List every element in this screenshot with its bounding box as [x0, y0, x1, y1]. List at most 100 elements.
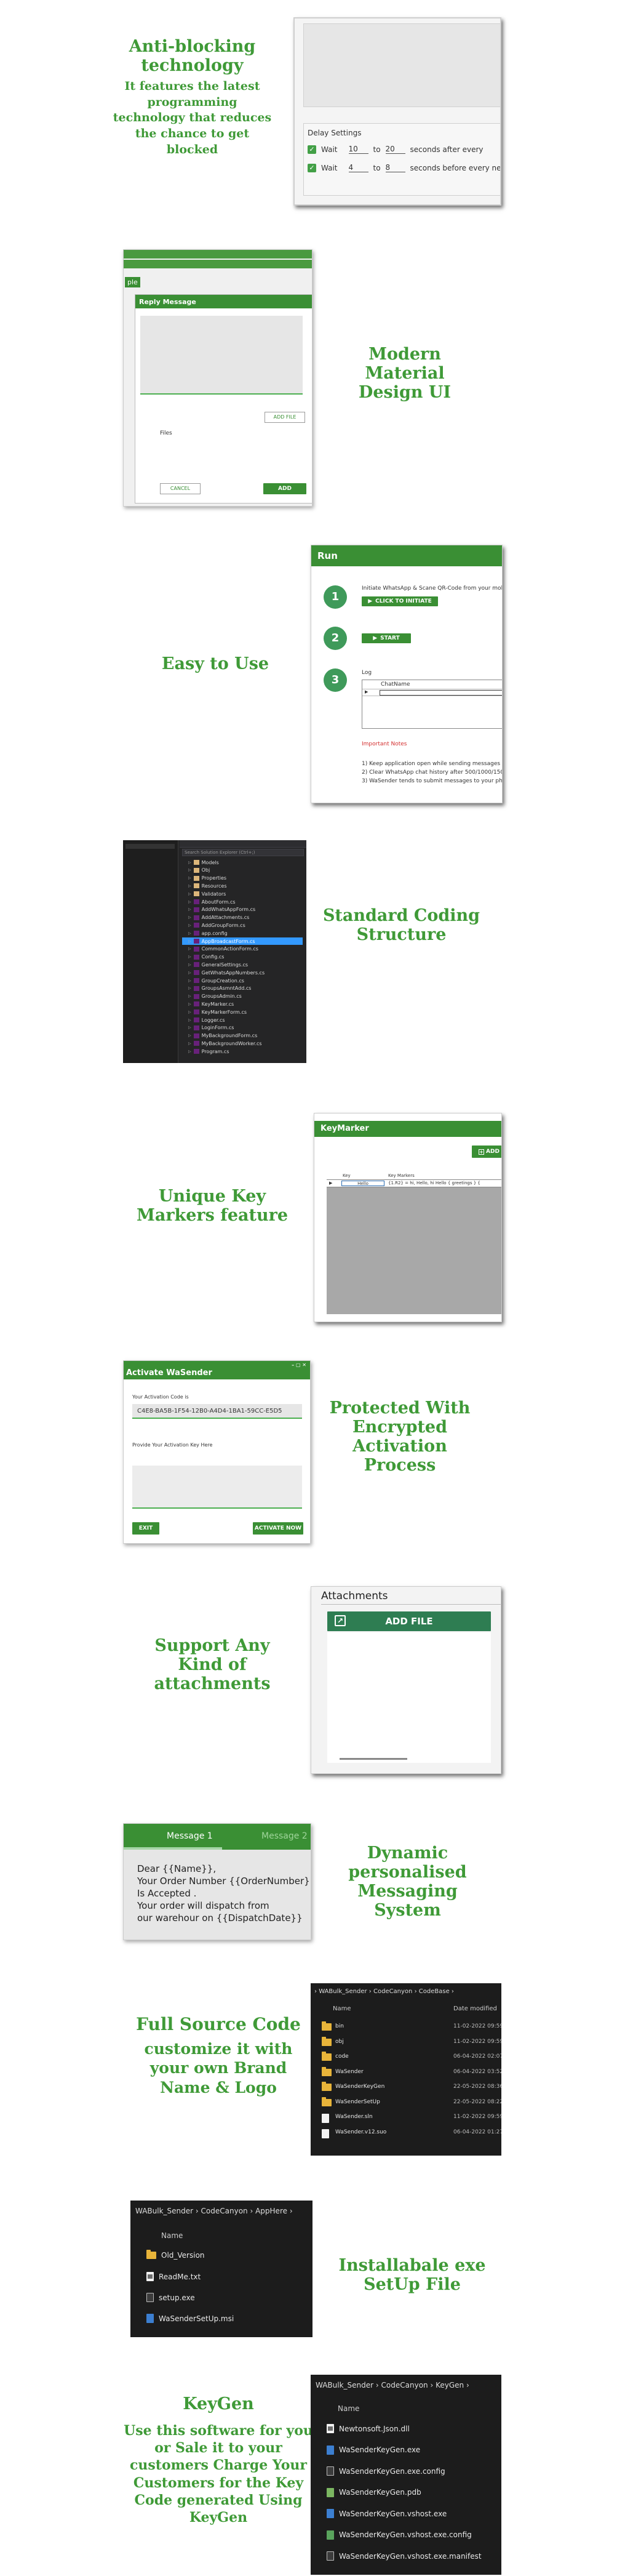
source-file-row[interactable]: WaSenderKeyGen 22-05-2022 08:36 — [322, 2082, 501, 2093]
keygen-file-row[interactable]: WaSenderKeyGen.exe — [327, 2445, 420, 2455]
source-col-date[interactable]: Date modified — [453, 2005, 497, 2012]
source-col-name[interactable]: Name — [333, 2005, 351, 2012]
expand-arrow-icon[interactable]: ▷ — [188, 923, 191, 928]
solution-tree-item[interactable]: ▷ Config.cs — [182, 953, 303, 961]
solution-tree-item[interactable]: ▷ MyBackgroundWorker.cs — [182, 1040, 303, 1047]
keygen-file-row[interactable]: WaSenderKeyGen.vshost.exe.manifest — [327, 2551, 482, 2561]
solution-tree-item[interactable]: ▷ Properties — [182, 875, 303, 882]
reply-textarea[interactable] — [140, 316, 303, 395]
key-markers-cell[interactable]: {1.R2} = hi, Hello, hi Hello { greetings… — [388, 1181, 480, 1186]
setup-file-row[interactable]: WaSenderSetUp.msi — [146, 2314, 234, 2323]
expand-arrow-icon[interactable]: ▷ — [188, 955, 191, 959]
expand-arrow-icon[interactable]: ▷ — [188, 900, 191, 904]
keygen-file-row[interactable]: WaSenderKeyGen.exe.config — [327, 2466, 445, 2476]
solution-tree-item[interactable]: ▷ GroupsAsmntAdd.cs — [182, 985, 303, 992]
expand-arrow-icon[interactable]: ▷ — [188, 986, 191, 990]
breadcrumb-part[interactable]: CodeBase — [419, 1988, 450, 1995]
expand-arrow-icon[interactable]: ▷ — [188, 876, 191, 880]
solution-tree-item[interactable]: ▷ MyBackgroundForm.cs — [182, 1032, 303, 1040]
solution-tree-item[interactable]: ▷ AppBroadcastForm.cs — [182, 937, 303, 945]
solution-tree-item[interactable]: ▷ Resources — [182, 882, 303, 889]
expand-arrow-icon[interactable]: ▷ — [188, 939, 191, 944]
expand-arrow-icon[interactable]: ▷ — [188, 884, 191, 888]
click-to-initiate-button[interactable]: ▶ CLICK TO INITIATE — [362, 596, 438, 606]
breadcrumb-part[interactable]: WABulk_Sender — [319, 1988, 367, 1995]
expand-arrow-icon[interactable]: ▷ — [188, 963, 191, 967]
breadcrumb-part[interactable]: KeyGen — [436, 2381, 464, 2389]
delay-row-1-from-input[interactable]: 10 — [348, 145, 368, 154]
keygen-file-row[interactable]: WaSenderKeyGen.vshost.exe — [327, 2509, 447, 2518]
expand-arrow-icon[interactable]: ▷ — [188, 1010, 191, 1014]
tab-message-2[interactable]: Message 2 — [261, 1831, 308, 1841]
attachments-add-file-button[interactable]: ↗ ADD FILE — [327, 1611, 491, 1631]
breadcrumb-part[interactable]: WABulk_Sender — [316, 2381, 373, 2389]
expand-arrow-icon[interactable]: ▷ — [188, 1002, 191, 1006]
keygen-file-row[interactable]: WaSenderKeyGen.vshost.exe.config — [327, 2530, 472, 2540]
setup-file-row[interactable]: setup.exe — [146, 2293, 195, 2302]
breadcrumb-part[interactable]: AppHere — [255, 2207, 287, 2215]
exit-button[interactable]: EXIT — [132, 1522, 159, 1535]
expand-arrow-icon[interactable]: ▷ — [188, 1025, 191, 1030]
solution-tree-item[interactable]: ▷ AddAttachments.cs — [182, 914, 303, 921]
source-file-row[interactable]: WaSender.sln 11-02-2022 09:59 — [322, 2112, 501, 2123]
add-button[interactable]: ADD — [263, 483, 306, 494]
breadcrumb-part[interactable]: CodeCanyon — [201, 2207, 248, 2215]
cancel-button[interactable]: CANCEL — [160, 483, 201, 494]
expand-arrow-icon[interactable]: ▷ — [188, 892, 191, 896]
key-cell[interactable]: Hello — [341, 1181, 384, 1186]
solution-tree-item[interactable]: ▷ AddGroupForm.cs — [182, 921, 303, 929]
source-file-row[interactable]: bin 11-02-2022 09:59 — [322, 2021, 501, 2032]
keygen-col-name[interactable]: Name — [338, 2404, 359, 2413]
breadcrumb-part[interactable]: CodeCanyon — [381, 2381, 428, 2389]
solution-tree-item[interactable]: ▷ KeyMarkerForm.cs — [182, 1008, 303, 1016]
source-file-row[interactable]: code 06-04-2022 02:07 — [322, 2052, 501, 2063]
breadcrumb-part[interactable]: CodeCanyon — [373, 1988, 412, 1995]
activation-key-input[interactable] — [132, 1466, 302, 1509]
solution-search-input[interactable]: Search Solution Explorer (Ctrl+;) — [182, 849, 304, 856]
expand-arrow-icon[interactable]: ▷ — [188, 861, 191, 865]
expand-arrow-icon[interactable]: ▷ — [188, 915, 191, 920]
source-file-row[interactable]: obj 11-02-2022 09:59 — [322, 2036, 501, 2048]
solution-tree-item[interactable]: ▷ Program.cs — [182, 1048, 303, 1055]
expand-arrow-icon[interactable]: ▷ — [188, 947, 191, 951]
solution-tree-item[interactable]: ▷ GetWhatsAppNumbers.cs — [182, 969, 303, 976]
expand-arrow-icon[interactable]: ▷ — [188, 971, 191, 975]
expand-arrow-icon[interactable]: ▷ — [188, 931, 191, 936]
solution-tree-item[interactable]: ▷ Logger.cs — [182, 1016, 303, 1024]
expand-arrow-icon[interactable]: ▷ — [188, 907, 191, 912]
delay-row-2-checkbox[interactable]: ✓ — [308, 163, 316, 172]
source-file-row[interactable]: WaSenderSetUp 22-05-2022 08:22 — [322, 2097, 501, 2108]
setup-file-row[interactable]: ReadMe.txt — [146, 2272, 201, 2281]
expand-arrow-icon[interactable]: ▷ — [188, 1049, 191, 1054]
attachments-scrollbar[interactable] — [340, 1758, 407, 1760]
expand-arrow-icon[interactable]: ▷ — [188, 994, 191, 998]
solution-tree-item[interactable]: ▷ GroupsAdmin.cs — [182, 993, 303, 1000]
solution-tree-item[interactable]: ▷ GroupCreation.cs — [182, 977, 303, 984]
keymarker-add-button[interactable]: + ADD — [472, 1146, 501, 1158]
activation-code-field[interactable]: C4E8-BA5B-1F54-12B0-A4D4-1BA1-59CC-E5D5 — [132, 1404, 302, 1419]
breadcrumb-part[interactable]: WABulk_Sender — [135, 2207, 193, 2215]
source-file-row[interactable]: WaSender 06-04-2022 03:52 — [322, 2066, 501, 2078]
solution-tree-item[interactable]: ▷ AboutForm.cs — [182, 898, 303, 905]
keygen-file-row[interactable]: WaSenderKeyGen.pdb — [327, 2487, 421, 2497]
solution-tree-item[interactable]: ▷ AddWhatsAppForm.cs — [182, 906, 303, 913]
source-file-row[interactable]: WaSender.v12.suo 06-04-2022 01:27 — [322, 2127, 501, 2138]
window-controls[interactable]: – ▢ ✕ — [292, 1362, 306, 1368]
setup-col-name[interactable]: Name — [161, 2231, 183, 2240]
start-button[interactable]: ▶ START — [362, 633, 411, 643]
keygen-file-row[interactable]: Newtonsoft.Json.dll — [327, 2424, 410, 2433]
solution-tree-item[interactable]: ▷ app.config — [182, 929, 303, 937]
solution-tree-item[interactable]: ▷ GeneralSettings.cs — [182, 961, 303, 968]
setup-file-row[interactable]: Old_Version — [146, 2250, 205, 2260]
add-file-button[interactable]: ADD FILE — [265, 412, 305, 423]
tab-message-1[interactable]: Message 1 — [167, 1831, 213, 1841]
solution-tree-item[interactable]: ▷ KeyMarker.cs — [182, 1000, 303, 1008]
delay-row-1-to-input[interactable]: 20 — [385, 145, 405, 154]
solution-tree-item[interactable]: ▷ CommonActionForm.cs — [182, 945, 303, 953]
expand-arrow-icon[interactable]: ▷ — [188, 1033, 191, 1038]
delay-row-2-to-input[interactable]: 8 — [385, 163, 405, 172]
delay-row-2-from-input[interactable]: 4 — [348, 163, 368, 172]
solution-tree-item[interactable]: ▷ Models — [182, 859, 303, 866]
expand-arrow-icon[interactable]: ▷ — [188, 1018, 191, 1022]
log-cell[interactable] — [380, 690, 502, 696]
